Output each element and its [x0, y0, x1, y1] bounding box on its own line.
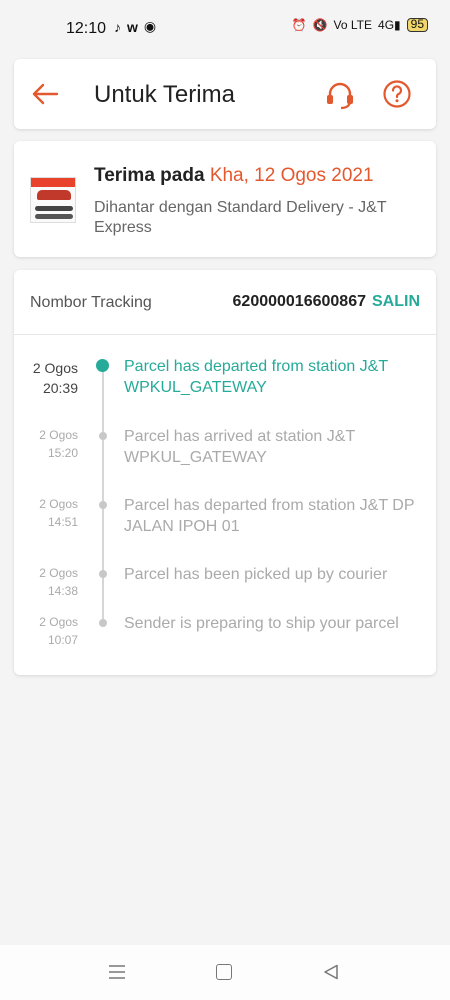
- product-thumbnail[interactable]: [30, 177, 76, 223]
- back-triangle-icon[interactable]: [323, 964, 339, 980]
- event-date: 2 Ogos 15:20: [18, 426, 78, 462]
- m-icon: ◉: [143, 18, 157, 34]
- w-icon: w: [127, 18, 138, 35]
- timeline-dot-active: [96, 359, 109, 372]
- status-right-icons: ⏰ 🔇 Vo LTE 4G▮ 95: [292, 18, 428, 32]
- thumb-visor-2: [35, 214, 73, 219]
- event-time: 15:20: [47, 446, 78, 460]
- event-day: 2 Ogos: [39, 566, 78, 580]
- timeline-dot: [99, 432, 107, 440]
- copy-tracking-button[interactable]: SALIN: [372, 293, 420, 311]
- back-arrow-icon[interactable]: [30, 79, 60, 109]
- event-text: Parcel has arrived at station J&T WPKUL_…: [124, 428, 355, 466]
- event-text: Sender is preparing to ship your parcel: [124, 615, 399, 632]
- help-icon[interactable]: [382, 79, 412, 109]
- volte-icon: Vo LTE: [333, 18, 373, 32]
- event-time: 14:51: [47, 515, 78, 529]
- tiktok-icon: ♪: [114, 18, 121, 35]
- event-text: Parcel has departed from station J&T WPK…: [124, 358, 388, 396]
- tracking-label: Nombor Tracking: [30, 294, 152, 311]
- event-day: 2 Ogos: [39, 428, 78, 442]
- tracking-header: Nombor Tracking 620000016600867 SALIN: [14, 270, 436, 335]
- event-text: Parcel has been picked up by courier: [124, 566, 388, 583]
- home-icon[interactable]: [216, 964, 232, 980]
- status-left-icons: ♪ w ◉: [114, 18, 156, 35]
- thumb-visor: [35, 206, 73, 211]
- timeline-line: [102, 366, 104, 622]
- mute-icon: 🔇: [312, 18, 328, 32]
- headset-support-icon[interactable]: [324, 79, 356, 111]
- tracking-number: 620000016600867: [232, 293, 366, 310]
- header-bar: Untuk Terima: [14, 59, 436, 129]
- menu-icon[interactable]: [108, 964, 126, 980]
- delivery-method: Dihantar dengan Standard Delivery - J&T …: [94, 199, 387, 236]
- event-text: Parcel has departed from station J&T DP …: [124, 497, 415, 535]
- event-date: 2 Ogos 20:39: [18, 358, 78, 398]
- receive-prefix: Terima pada: [94, 165, 210, 186]
- receive-date: Kha, 12 Ogos 2021: [209, 165, 374, 186]
- page-title: Untuk Terima: [94, 81, 235, 108]
- event-date: 2 Ogos 14:38: [18, 564, 78, 600]
- delivery-info-card: Terima pada Kha, 12 Ogos 2021 Dihantar d…: [14, 141, 436, 257]
- status-bar: 12:10 ♪ w ◉ ⏰ 🔇 Vo LTE 4G▮ 95: [0, 0, 450, 56]
- event-day: 2 Ogos: [39, 615, 78, 629]
- timeline-dot: [99, 619, 107, 627]
- status-time: 12:10: [66, 20, 107, 37]
- thumb-banner: [31, 178, 75, 187]
- system-nav-bar: [0, 945, 450, 1000]
- receive-date-line: Terima pada Kha, 12 Ogos 2021: [94, 165, 374, 187]
- tracking-card: Nombor Tracking 620000016600867 SALIN 2 …: [14, 270, 436, 675]
- event-day: 2 Ogos: [39, 497, 78, 511]
- 4g-signal-icon: 4G▮: [378, 18, 401, 32]
- battery-icon: 95: [406, 18, 428, 32]
- thumb-car: [37, 190, 71, 200]
- event-day: 2 Ogos: [32, 360, 78, 376]
- event-time: 14:38: [47, 584, 78, 598]
- event-date: 2 Ogos 10:07: [18, 613, 78, 649]
- event-date: 2 Ogos 14:51: [18, 495, 78, 531]
- network-label: 4G: [378, 18, 395, 32]
- alarm-icon: ⏰: [291, 18, 307, 32]
- event-time: 10:07: [47, 633, 78, 647]
- timeline-dot: [99, 570, 107, 578]
- event-time: 20:39: [42, 380, 78, 396]
- timeline-dot: [99, 501, 107, 509]
